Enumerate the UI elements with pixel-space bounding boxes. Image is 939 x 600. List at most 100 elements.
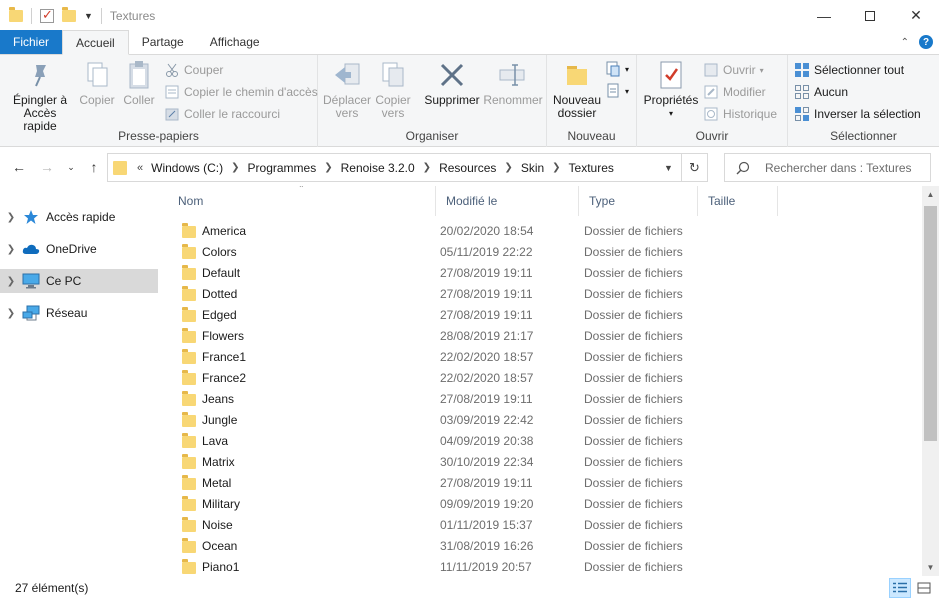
paste-button[interactable]: Coller xyxy=(120,59,158,107)
address-bar[interactable]: « Windows (C:) ❯ Programmes ❯ Renoise 3.… xyxy=(107,153,708,182)
new-item-button[interactable]: ▾ xyxy=(605,61,629,77)
breadcrumb-skin[interactable]: Skin xyxy=(521,161,544,175)
help-icon[interactable]: ? xyxy=(919,35,933,49)
tab-fichier[interactable]: Fichier xyxy=(0,30,63,54)
table-row[interactable]: Default 27/08/2019 19:11 Dossier de fich… xyxy=(174,262,780,283)
group-presse-papiers: Épingler à Accès rapide Copier Coller Co… xyxy=(0,55,318,147)
select-all-button[interactable]: Sélectionner tout xyxy=(794,62,904,78)
copy-to-icon xyxy=(377,59,409,91)
tab-accueil[interactable]: Accueil xyxy=(62,30,129,55)
expand-chevron-icon[interactable]: ❯ xyxy=(0,308,22,319)
delete-x-icon xyxy=(436,59,468,91)
breadcrumb-textures[interactable]: Textures xyxy=(569,161,614,175)
select-none-icon xyxy=(794,84,810,100)
tab-partage[interactable]: Partage xyxy=(129,30,197,54)
open-button[interactable]: Ouvrir ▾ xyxy=(703,62,764,78)
new-folder-button[interactable]: Nouveau dossier xyxy=(549,59,605,120)
nav-item-ce-pc[interactable]: ❯ Ce PC xyxy=(0,269,158,293)
table-row[interactable]: Metal 27/08/2019 19:11 Dossier de fichie… xyxy=(174,472,780,493)
folder-icon xyxy=(182,243,196,259)
easy-access-button[interactable]: ▾ xyxy=(605,83,629,99)
chevron-right-icon[interactable]: ❯ xyxy=(423,162,431,173)
address-dropdown-button[interactable]: ▼ xyxy=(655,154,681,181)
pin-quick-access-button[interactable]: Épingler à Accès rapide xyxy=(6,59,74,133)
file-list: ⌃ Nom Modifié le Type Taille America 20/… xyxy=(168,186,922,576)
forward-button[interactable]: → xyxy=(37,157,57,177)
history-button[interactable]: Historique xyxy=(703,106,777,122)
table-row[interactable]: France2 22/02/2020 18:57 Dossier de fich… xyxy=(174,367,780,388)
breadcrumb-renoise[interactable]: Renoise 3.2.0 xyxy=(341,161,415,175)
maximize-button[interactable] xyxy=(847,0,893,31)
breadcrumb-programmes[interactable]: Programmes xyxy=(248,161,317,175)
search-placeholder: Rechercher dans : Textures xyxy=(765,160,912,175)
scroll-up-button[interactable]: ▲ xyxy=(922,186,939,203)
column-header-name[interactable]: ⌃ Nom xyxy=(168,186,436,216)
table-row[interactable]: France1 22/02/2020 18:57 Dossier de fich… xyxy=(174,346,780,367)
table-row[interactable]: Piano1 11/11/2019 20:57 Dossier de fichi… xyxy=(174,556,780,576)
copy-button[interactable]: Copier xyxy=(78,59,116,107)
cut-button[interactable]: Couper xyxy=(164,62,223,78)
table-row[interactable]: Edged 27/08/2019 19:11 Dossier de fichie… xyxy=(174,304,780,325)
table-row[interactable]: Noise 01/11/2019 15:37 Dossier de fichie… xyxy=(174,514,780,535)
tab-affichage[interactable]: Affichage xyxy=(197,30,273,54)
paste-shortcut-button[interactable]: Coller le raccourci xyxy=(164,106,280,122)
up-button[interactable]: ↑ xyxy=(84,157,104,177)
back-button[interactable]: ← xyxy=(9,157,29,177)
column-header-size[interactable]: Taille xyxy=(698,186,778,216)
table-row[interactable]: Flowers 28/08/2019 21:17 Dossier de fich… xyxy=(174,325,780,346)
chevron-right-icon[interactable]: ❯ xyxy=(504,162,512,173)
details-view-button[interactable] xyxy=(889,578,911,598)
copy-to-button[interactable]: Copier vers xyxy=(372,59,414,120)
breadcrumb-windows-c[interactable]: Windows (C:) xyxy=(151,161,223,175)
divider xyxy=(31,7,32,24)
invert-selection-button[interactable]: Inverser la sélection xyxy=(794,106,921,122)
breadcrumb-resources[interactable]: Resources xyxy=(439,161,496,175)
nav-item-acces-rapide[interactable]: ❯ Accès rapide xyxy=(0,205,158,229)
edit-button[interactable]: Modifier xyxy=(703,84,766,100)
table-row[interactable]: Dotted 27/08/2019 19:11 Dossier de fichi… xyxy=(174,283,780,304)
vertical-scrollbar[interactable]: ▲ ▼ xyxy=(922,186,939,576)
folder-icon xyxy=(9,6,23,22)
folder-icon xyxy=(182,348,196,364)
move-to-button[interactable]: Déplacer vers xyxy=(322,59,372,120)
table-row[interactable]: America 20/02/2020 18:54 Dossier de fich… xyxy=(174,220,780,241)
chevron-right-icon[interactable]: ❯ xyxy=(324,162,332,173)
customize-toolbar-icon[interactable]: ▼ xyxy=(84,11,93,21)
close-button[interactable]: ✕ xyxy=(893,0,939,31)
chevron-right-icon[interactable]: ❯ xyxy=(231,162,239,173)
search-box[interactable]: Rechercher dans : Textures xyxy=(724,153,931,182)
expand-chevron-icon[interactable]: ❯ xyxy=(0,276,22,287)
nav-item-reseau[interactable]: ❯ Réseau xyxy=(0,301,158,325)
expand-chevron-icon[interactable]: ❯ xyxy=(0,244,22,255)
breadcrumb-overflow[interactable]: « xyxy=(137,162,143,174)
expand-chevron-icon[interactable]: ❯ xyxy=(0,212,22,223)
rename-button[interactable]: Renommer xyxy=(482,59,544,107)
new-folder-icon[interactable] xyxy=(62,6,76,22)
recent-locations-button[interactable]: ⌄ xyxy=(61,157,81,177)
collapse-ribbon-icon[interactable]: ⌃ xyxy=(901,37,909,48)
nav-item-onedrive[interactable]: ❯ OneDrive xyxy=(0,237,158,261)
minimize-button[interactable]: — xyxy=(801,0,847,31)
chevron-right-icon[interactable]: ❯ xyxy=(552,162,560,173)
scroll-down-button[interactable]: ▼ xyxy=(922,559,939,576)
table-row[interactable]: Jungle 03/09/2019 22:42 Dossier de fichi… xyxy=(174,409,780,430)
table-row[interactable]: Matrix 30/10/2019 22:34 Dossier de fichi… xyxy=(174,451,780,472)
cloud-icon xyxy=(22,241,40,257)
properties-check-icon[interactable] xyxy=(40,7,54,23)
scissors-icon xyxy=(164,62,180,78)
table-row[interactable]: Jeans 27/08/2019 19:11 Dossier de fichie… xyxy=(174,388,780,409)
table-row[interactable]: Ocean 31/08/2019 16:26 Dossier de fichie… xyxy=(174,535,780,556)
column-header-type[interactable]: Type xyxy=(579,186,698,216)
properties-button[interactable]: Propriétés ▾ xyxy=(643,59,699,120)
table-row[interactable]: Lava 04/09/2019 20:38 Dossier de fichier… xyxy=(174,430,780,451)
scrollbar-thumb[interactable] xyxy=(924,206,937,441)
refresh-button[interactable]: ↻ xyxy=(681,154,707,181)
delete-button[interactable]: Supprimer xyxy=(422,59,482,107)
ribbon-tabs: Fichier Accueil Partage Affichage ⌃ ? xyxy=(0,30,939,55)
copy-path-button[interactable]: Copier le chemin d'accès xyxy=(164,84,318,100)
large-icons-view-button[interactable] xyxy=(913,578,935,598)
select-none-button[interactable]: Aucun xyxy=(794,84,848,100)
column-header-modified[interactable]: Modifié le xyxy=(436,186,579,216)
table-row[interactable]: Colors 05/11/2019 22:22 Dossier de fichi… xyxy=(174,241,780,262)
table-row[interactable]: Military 09/09/2019 19:20 Dossier de fic… xyxy=(174,493,780,514)
